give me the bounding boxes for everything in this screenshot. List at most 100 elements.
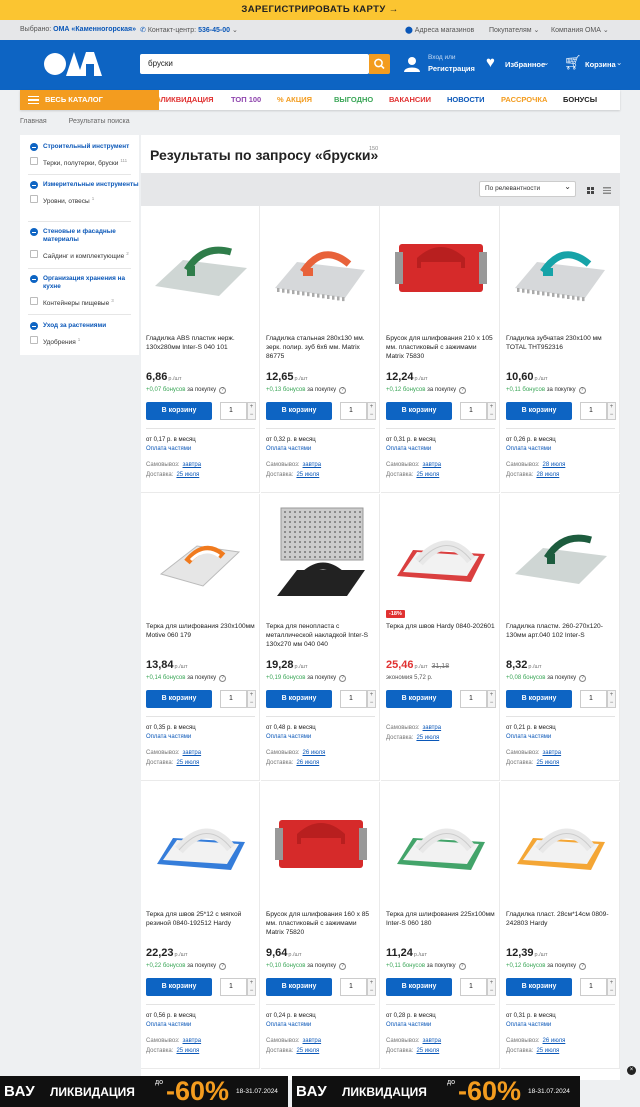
nav-item-liquidation[interactable]: 🔥︎ЛИКВИДАЦИЯ (155, 90, 214, 110)
help-icon[interactable]: ? (459, 387, 467, 394)
breadcrumb-home[interactable]: Главная (20, 118, 47, 125)
quantity-input[interactable]: 1 (340, 690, 367, 708)
delivery-date[interactable]: 25 июля (176, 1048, 199, 1054)
add-to-cart-button[interactable]: В корзину (386, 978, 452, 996)
nav-item-promo[interactable]: % АКЦИЯ (277, 90, 312, 110)
product-name[interactable]: Брусок для шлифования 210 х 105 мм. плас… (386, 334, 496, 361)
checkbox[interactable] (30, 297, 38, 305)
product-card[interactable]: Брусок для шлифования 210 х 105 мм. плас… (381, 206, 500, 493)
product-image[interactable] (507, 216, 614, 316)
installment-link[interactable]: Оплата частями (506, 1022, 551, 1028)
help-icon[interactable]: ? (219, 675, 227, 682)
plus-icon[interactable]: + (368, 691, 375, 699)
product-image[interactable] (387, 504, 494, 604)
add-to-cart-button[interactable]: В корзину (386, 690, 452, 708)
plus-icon[interactable]: + (608, 691, 615, 699)
add-to-cart-button[interactable]: В корзину (506, 690, 572, 708)
product-card[interactable]: Гладилка пласт. 28см*14см 0809-242803 Ha… (501, 782, 620, 1069)
product-image[interactable] (507, 504, 614, 604)
help-icon[interactable]: ? (579, 675, 587, 682)
search-input[interactable]: бруски (140, 54, 369, 74)
quantity-input[interactable]: 1 (460, 978, 487, 996)
delivery-date[interactable]: 25 июля (416, 1048, 439, 1054)
product-image[interactable] (267, 792, 374, 892)
nav-item-news[interactable]: НОВОСТИ (447, 90, 485, 110)
pickup-date[interactable]: завтра (303, 462, 322, 468)
product-name[interactable]: Гладилка пласт. 28см*14см 0809-242803 Ha… (506, 910, 616, 928)
minus-icon[interactable]: − (608, 411, 615, 419)
quantity-input[interactable]: 1 (460, 402, 487, 420)
plus-icon[interactable]: + (488, 403, 495, 411)
contact-center[interactable]: ✆ Контакт-центр: 536-45-00 ⌄ (140, 26, 238, 34)
plus-icon[interactable]: + (608, 979, 615, 987)
liquidation-banner[interactable]: ВАУ ЛИКВИДАЦИЯ до -60% 18-31.07.2024 (292, 1076, 580, 1107)
product-image[interactable] (147, 504, 254, 604)
filter-group-title[interactable]: Организация хранения на кухне (20, 275, 139, 291)
product-card[interactable]: Гладилка зубчатая 230х100 мм TOTAL THT95… (501, 206, 620, 493)
help-icon[interactable]: ? (339, 675, 347, 682)
quantity-stepper[interactable]: + − (367, 978, 376, 996)
minus-icon[interactable]: − (488, 411, 495, 419)
nav-item-vacancies[interactable]: ВАКАНСИИ (389, 90, 431, 110)
product-name[interactable]: Брусок для шлифования 160 х 85 мм. пласт… (266, 910, 376, 937)
product-image[interactable] (507, 792, 614, 892)
plus-icon[interactable]: + (608, 403, 615, 411)
quantity-stepper[interactable]: + − (367, 402, 376, 420)
product-image[interactable] (147, 216, 254, 316)
list-view-icon[interactable] (603, 187, 611, 194)
installment-link[interactable]: Оплата частями (266, 446, 311, 452)
help-icon[interactable]: ? (219, 387, 227, 394)
minus-icon[interactable]: − (608, 987, 615, 995)
store-addresses-link[interactable]: ⬤ Адреса магазинов (405, 26, 474, 34)
add-to-cart-button[interactable]: В корзину (266, 402, 332, 420)
quantity-input[interactable]: 1 (580, 402, 607, 420)
checkbox[interactable] (30, 157, 38, 165)
product-card[interactable]: Терка для пенопласта с металлической нак… (261, 494, 380, 781)
pickup-date[interactable]: завтра (543, 750, 562, 756)
minus-icon[interactable]: − (248, 411, 255, 419)
plus-icon[interactable]: + (488, 691, 495, 699)
plus-icon[interactable]: + (248, 979, 255, 987)
filter-option[interactable]: Удобрения 1 (20, 335, 139, 347)
delivery-date[interactable]: 25 июля (176, 472, 199, 478)
pickup-date[interactable]: завтра (183, 462, 202, 468)
installment-link[interactable]: Оплата частями (506, 734, 551, 740)
pickup-date[interactable]: завтра (303, 1038, 322, 1044)
delivery-date[interactable]: 25 июля (536, 1048, 559, 1054)
filter-group-title[interactable]: Строительный инструмент (20, 143, 139, 151)
quantity-stepper[interactable]: + − (487, 978, 496, 996)
product-name[interactable]: Терка для швов Hardy 0840-202601 (386, 622, 496, 631)
delivery-date[interactable]: 25 июля (416, 735, 439, 741)
search-button[interactable] (369, 54, 390, 74)
quantity-stepper[interactable]: + − (247, 402, 256, 420)
quantity-input[interactable]: 1 (580, 690, 607, 708)
product-card[interactable]: Терка для шлифования 230х100мм Motive 06… (141, 494, 260, 781)
quantity-input[interactable]: 1 (340, 402, 367, 420)
delivery-date[interactable]: 25 июля (536, 760, 559, 766)
help-icon[interactable]: ? (458, 963, 466, 970)
installment-link[interactable]: Оплата частями (506, 446, 551, 452)
help-icon[interactable]: ? (219, 963, 227, 970)
help-icon[interactable]: ? (578, 387, 586, 394)
installment-link[interactable]: Оплата частями (266, 734, 311, 740)
product-card[interactable]: Гладилка пластм. 260-270х120-130мм арт.0… (501, 494, 620, 781)
add-to-cart-button[interactable]: В корзину (146, 978, 212, 996)
liquidation-banner[interactable]: ВАУ ЛИКВИДАЦИЯ до -60% 18-31.07.2024 (0, 1076, 288, 1107)
register-card-banner[interactable]: ЗАРЕГИСТРИРОВАТЬ КАРТУ → (0, 0, 640, 20)
product-name[interactable]: Гладилка стальная 280х130 мм. зерк. поли… (266, 334, 376, 361)
oma-logo[interactable] (42, 50, 106, 78)
pickup-date[interactable]: завтра (183, 750, 202, 756)
add-to-cart-button[interactable]: В корзину (386, 402, 452, 420)
quantity-input[interactable]: 1 (220, 402, 247, 420)
delivery-date[interactable]: 25 июля (296, 472, 319, 478)
delivery-date[interactable]: 26 июля (296, 760, 319, 766)
nav-item-bonuses[interactable]: БОНУСЫ (563, 90, 597, 110)
pickup-date[interactable]: 26 июля (543, 1038, 566, 1044)
add-to-cart-button[interactable]: В корзину (506, 978, 572, 996)
quantity-stepper[interactable]: + − (607, 978, 616, 996)
filter-option[interactable]: Сайдинг и комплектующие 2 (20, 249, 139, 261)
add-to-cart-button[interactable]: В корзину (146, 402, 212, 420)
quantity-input[interactable]: 1 (580, 978, 607, 996)
minus-icon[interactable]: − (488, 699, 495, 707)
product-name[interactable]: Гладилка зубчатая 230х100 мм TOTAL THT95… (506, 334, 616, 352)
